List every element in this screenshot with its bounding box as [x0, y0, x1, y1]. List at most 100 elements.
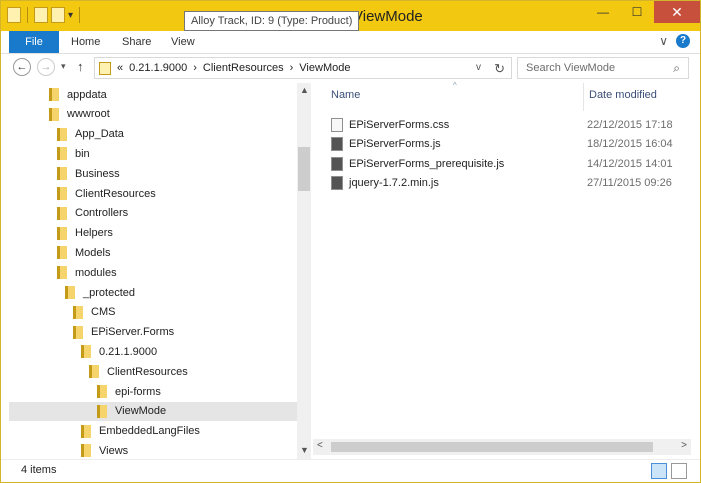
- search-input[interactable]: Search ViewMode ⌕: [517, 57, 689, 79]
- column-divider[interactable]: [583, 83, 584, 111]
- tree-scrollbar[interactable]: ▲ ▼: [297, 83, 311, 459]
- tree-item[interactable]: wwwroot: [9, 105, 110, 124]
- tab-view[interactable]: View: [171, 31, 195, 53]
- tree-item[interactable]: Controllers: [9, 204, 128, 223]
- file-list-horizontal-scrollbar[interactable]: < >: [313, 439, 691, 455]
- address-dropdown-icon[interactable]: v: [476, 62, 481, 73]
- folder-icon: [65, 286, 75, 299]
- scroll-left-icon[interactable]: <: [317, 440, 323, 451]
- tree-item[interactable]: modules: [9, 263, 117, 282]
- file-row[interactable]: jquery-1.7.2.min.js 27/11/2015 09:26: [331, 174, 691, 193]
- file-date-modified: 27/11/2015 09:26: [587, 177, 672, 189]
- tree-item[interactable]: EPiServer.Forms: [9, 323, 174, 342]
- toolbar-divider: [79, 7, 81, 23]
- forward-button[interactable]: →: [37, 58, 55, 76]
- tree-item[interactable]: ClientResources: [9, 184, 156, 203]
- folder-icon[interactable]: [7, 7, 21, 23]
- scroll-right-icon[interactable]: >: [681, 440, 687, 451]
- ribbon-tabs: File Home Share View ∨ ?: [1, 31, 700, 54]
- file-date-modified: 22/12/2015 17:18: [587, 118, 673, 131]
- tree-item[interactable]: App_Data: [9, 125, 124, 144]
- properties-icon[interactable]: [34, 7, 48, 23]
- file-row[interactable]: EPiServerForms.css 22/12/2015 17:18: [331, 115, 691, 134]
- explorer-window: ▾ ViewMode — ☐ ✕ Alloy Track, ID: 9 (Typ…: [0, 0, 701, 483]
- file-date-modified: 14/12/2015 14:01: [587, 157, 673, 170]
- details-view-icon[interactable]: [651, 463, 667, 479]
- customize-toolbar-chevron-icon[interactable]: ▾: [68, 10, 73, 21]
- expand-ribbon-chevron-icon[interactable]: ∨: [659, 34, 668, 48]
- tree-item-label: 0.21.1.9000: [99, 345, 158, 358]
- tree-item[interactable]: Helpers: [9, 224, 113, 243]
- tab-file[interactable]: File: [9, 31, 59, 53]
- file-row[interactable]: EPiServerForms_prerequisite.js 14/12/2015…: [331, 154, 691, 173]
- script-file-icon: [331, 137, 343, 151]
- chevron-right-icon[interactable]: ›: [290, 62, 294, 74]
- file-list-header: ^ Name Date modified: [321, 81, 691, 111]
- chevron-right-icon[interactable]: ›: [193, 62, 197, 74]
- tree-item-label: EPiServer.Forms: [91, 326, 175, 339]
- tree-item-label: Helpers: [75, 227, 113, 240]
- close-button[interactable]: ✕: [654, 1, 700, 23]
- tree-item-label: Business: [75, 167, 120, 180]
- folder-icon: [57, 246, 67, 260]
- tree-item[interactable]: Models: [9, 243, 110, 262]
- tree-item-label: ClientResources: [107, 365, 188, 378]
- script-file-icon: [331, 176, 343, 190]
- column-header-date-modified[interactable]: Date modified: [589, 89, 657, 101]
- file-row[interactable]: EPiServerForms.js 18/12/2015 16:04: [331, 135, 691, 154]
- maximize-button[interactable]: ☐: [620, 1, 654, 23]
- window-controls: — ☐ ✕: [586, 1, 700, 23]
- toolbar-divider: [27, 7, 28, 23]
- tree-item[interactable]: EmbeddedLangFiles: [9, 422, 200, 441]
- folder-icon: [81, 424, 91, 438]
- breadcrumb-item[interactable]: 0.21.1.9000: [129, 62, 187, 74]
- folder-icon: [57, 167, 67, 181]
- file-date-modified: 18/12/2015 16:04: [587, 138, 673, 150]
- search-icon[interactable]: ⌕: [673, 61, 680, 76]
- tree-item-label: Controllers: [75, 207, 129, 220]
- tree-item[interactable]: bin: [9, 144, 90, 163]
- breadcrumb-item[interactable]: ClientResources: [203, 62, 284, 74]
- column-header-name[interactable]: Name: [331, 89, 360, 101]
- large-icons-view-icon[interactable]: [671, 463, 687, 479]
- folder-icon: [97, 385, 107, 398]
- search-placeholder: Search ViewMode: [526, 62, 616, 74]
- folder-icon: [81, 345, 91, 359]
- navigation-bar: ← → ▾ ↑ « 0.21.1.9000 › ClientResources …: [1, 54, 700, 81]
- tree-item[interactable]: Business: [9, 164, 120, 183]
- tree-item[interactable]: ViewMode: [9, 401, 297, 421]
- scrollbar-thumb[interactable]: [331, 442, 653, 452]
- css-file-icon: [331, 117, 343, 132]
- address-bar[interactable]: « 0.21.1.9000 › ClientResources › ViewMo…: [94, 57, 512, 79]
- help-icon[interactable]: ?: [676, 34, 690, 48]
- tab-share[interactable]: Share: [122, 31, 151, 53]
- new-folder-icon[interactable]: [51, 7, 65, 23]
- tree-item-label: EmbeddedLangFiles: [99, 425, 200, 438]
- breadcrumb-overflow[interactable]: «: [117, 62, 123, 74]
- tree-item-label: modules: [75, 266, 117, 279]
- scrollbar-thumb[interactable]: [298, 147, 310, 191]
- tab-home[interactable]: Home: [71, 31, 100, 53]
- folder-icon: [57, 187, 67, 200]
- breadcrumb: « 0.21.1.9000 › ClientResources › ViewMo…: [117, 62, 350, 74]
- tree-item[interactable]: appdata: [9, 85, 107, 104]
- tree-item[interactable]: ClientResources: [9, 362, 188, 381]
- minimize-button[interactable]: —: [586, 1, 620, 23]
- tree-item[interactable]: _protected: [9, 283, 135, 302]
- tree-item[interactable]: 0.21.1.9000: [9, 342, 157, 361]
- scroll-down-icon[interactable]: ▼: [300, 445, 309, 455]
- back-button[interactable]: ←: [13, 58, 31, 76]
- tree-item[interactable]: epi-forms: [9, 382, 161, 401]
- tree-item-label: wwwroot: [67, 108, 110, 121]
- folder-icon: [81, 444, 91, 458]
- folder-icon: [57, 206, 67, 220]
- refresh-icon[interactable]: ↻: [494, 61, 505, 77]
- up-button[interactable]: ↑: [77, 59, 84, 74]
- tree-item[interactable]: CMS: [9, 303, 115, 322]
- scroll-up-icon[interactable]: ▲: [300, 85, 309, 95]
- tree-item[interactable]: Views: [9, 441, 128, 459]
- tree-item-label: App_Data: [75, 128, 124, 141]
- script-file-icon: [331, 156, 343, 171]
- breadcrumb-item[interactable]: ViewMode: [299, 62, 350, 74]
- recent-locations-button[interactable]: ▾: [61, 61, 66, 72]
